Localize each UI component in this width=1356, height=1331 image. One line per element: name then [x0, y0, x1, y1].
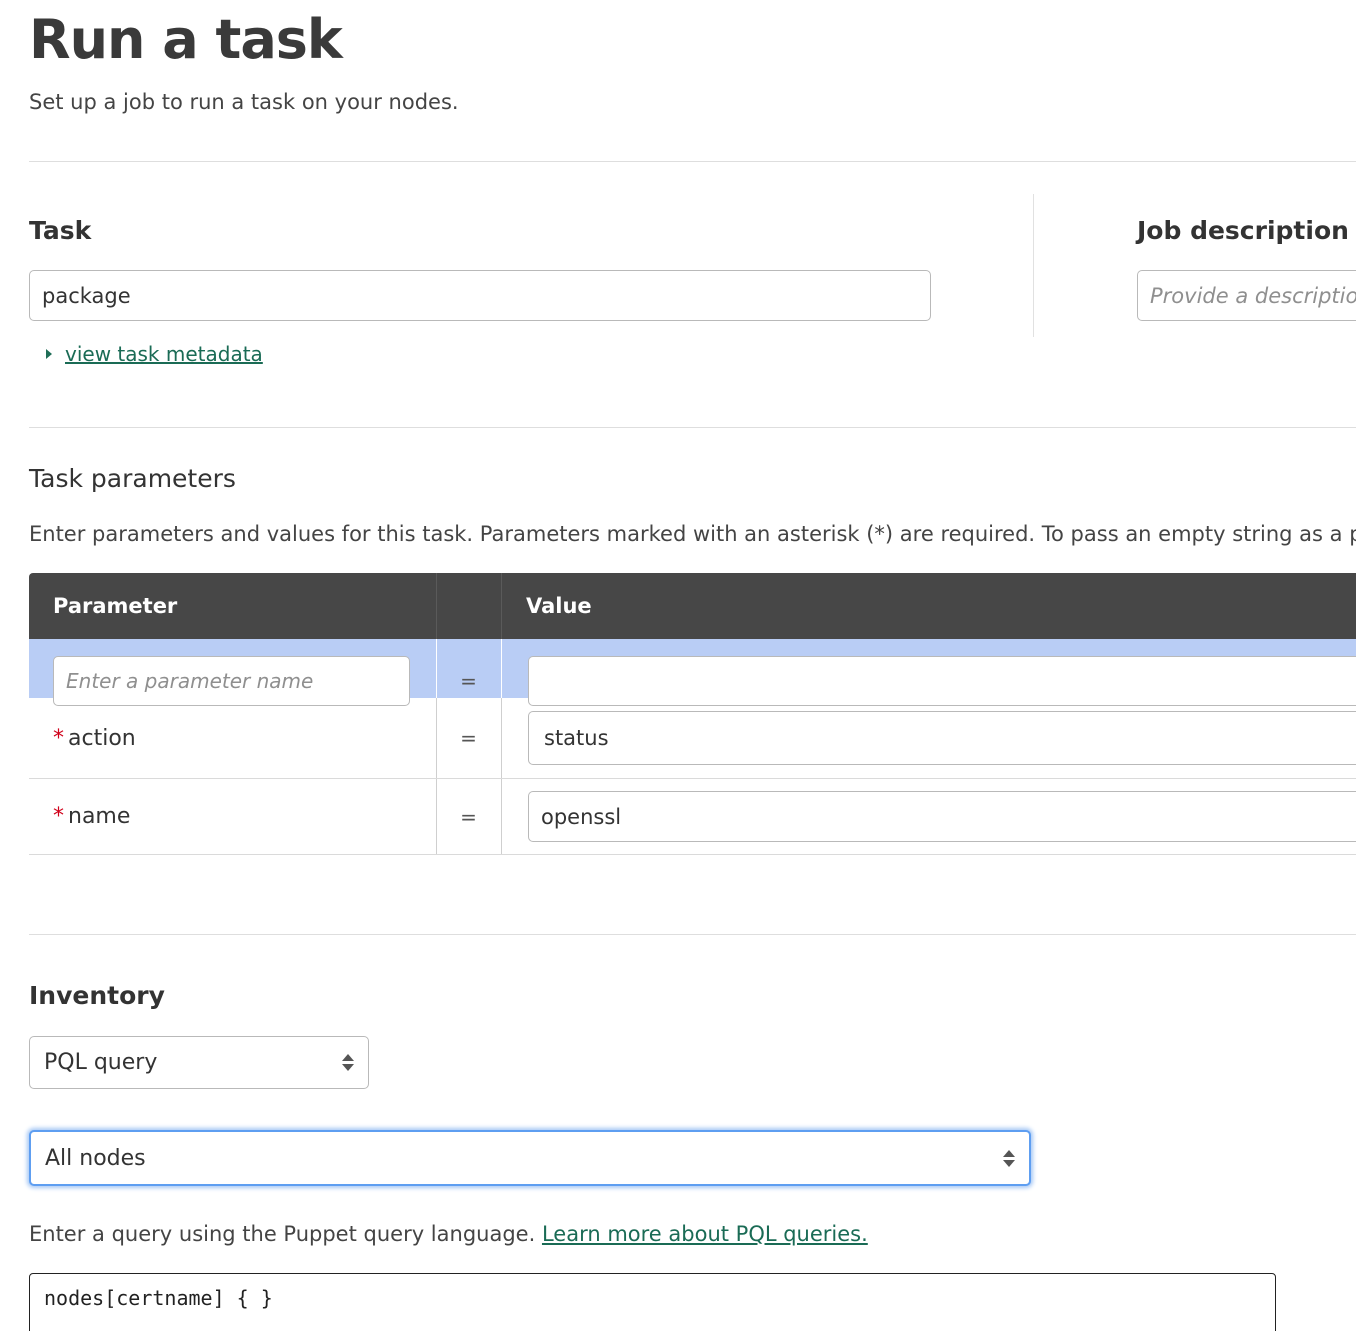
- pql-query-select[interactable]: All nodes: [29, 1130, 1031, 1186]
- column-separator: [501, 698, 502, 778]
- job-description-heading: Job description: [1137, 216, 1349, 245]
- inventory-type-select[interactable]: PQL query: [29, 1036, 369, 1089]
- task-input-value: package: [42, 283, 131, 308]
- select-arrows-icon: [1003, 1149, 1015, 1167]
- column-divider: [1033, 194, 1034, 337]
- column-header-value: Value: [526, 594, 592, 618]
- divider: [29, 934, 1356, 935]
- parameter-name: action: [68, 725, 136, 751]
- job-description-placeholder: Provide a description: [1150, 283, 1356, 308]
- task-parameters-description: Enter parameters and values for this tas…: [29, 522, 1356, 546]
- equals-sign: =: [460, 726, 477, 750]
- select-arrows-icon: [342, 1054, 354, 1071]
- name-value: openssl: [541, 804, 622, 829]
- column-separator: [501, 779, 502, 854]
- new-parameter-row: Enter a parameter name =: [29, 639, 1356, 706]
- parameter-label: * action: [53, 698, 136, 778]
- inventory-heading: Inventory: [29, 981, 165, 1010]
- required-asterisk: *: [53, 804, 64, 829]
- column-header-parameter: Parameter: [53, 594, 178, 618]
- inventory-type-value: PQL query: [44, 1050, 158, 1075]
- pql-query-code: nodes[certname] { }: [44, 1286, 273, 1310]
- name-value-input[interactable]: openssl: [528, 791, 1356, 842]
- task-input[interactable]: package: [29, 270, 931, 321]
- parameter-name-placeholder: Enter a parameter name: [66, 669, 314, 693]
- caret-right-icon: [46, 349, 52, 359]
- job-description-input[interactable]: Provide a description: [1137, 270, 1356, 321]
- task-parameters-heading: Task parameters: [29, 464, 236, 493]
- view-task-metadata-link[interactable]: view task metadata: [65, 342, 263, 366]
- parameters-table: Parameter Value Enter a parameter name =…: [29, 573, 1356, 883]
- table-row: * name = openssl: [29, 779, 1356, 855]
- action-value-input[interactable]: status: [528, 711, 1356, 765]
- view-task-metadata[interactable]: view task metadata: [46, 342, 263, 366]
- column-separator: [501, 573, 502, 639]
- page-title: Run a task: [29, 8, 343, 71]
- task-heading: Task: [29, 216, 92, 245]
- required-asterisk: *: [53, 725, 64, 751]
- parameter-name: name: [68, 804, 131, 829]
- pql-help-text: Enter a query using the Puppet query lan…: [29, 1222, 868, 1246]
- table-header: Parameter Value: [29, 573, 1356, 639]
- page-subtitle: Set up a job to run a task on your nodes…: [29, 90, 459, 114]
- pql-help-label: Enter a query using the Puppet query lan…: [29, 1222, 536, 1246]
- column-separator: [436, 573, 437, 639]
- pql-learn-more-link[interactable]: Learn more about PQL queries.: [542, 1222, 868, 1246]
- equals-sign: =: [460, 804, 477, 829]
- table-row: * action = status: [29, 698, 1356, 779]
- action-value: status: [544, 726, 609, 750]
- pql-query-value: All nodes: [45, 1145, 146, 1171]
- divider: [29, 161, 1356, 162]
- pql-query-editor[interactable]: nodes[certname] { }: [29, 1273, 1276, 1331]
- divider: [29, 427, 1356, 428]
- parameter-label: * name: [53, 779, 130, 854]
- column-separator: [501, 639, 502, 698]
